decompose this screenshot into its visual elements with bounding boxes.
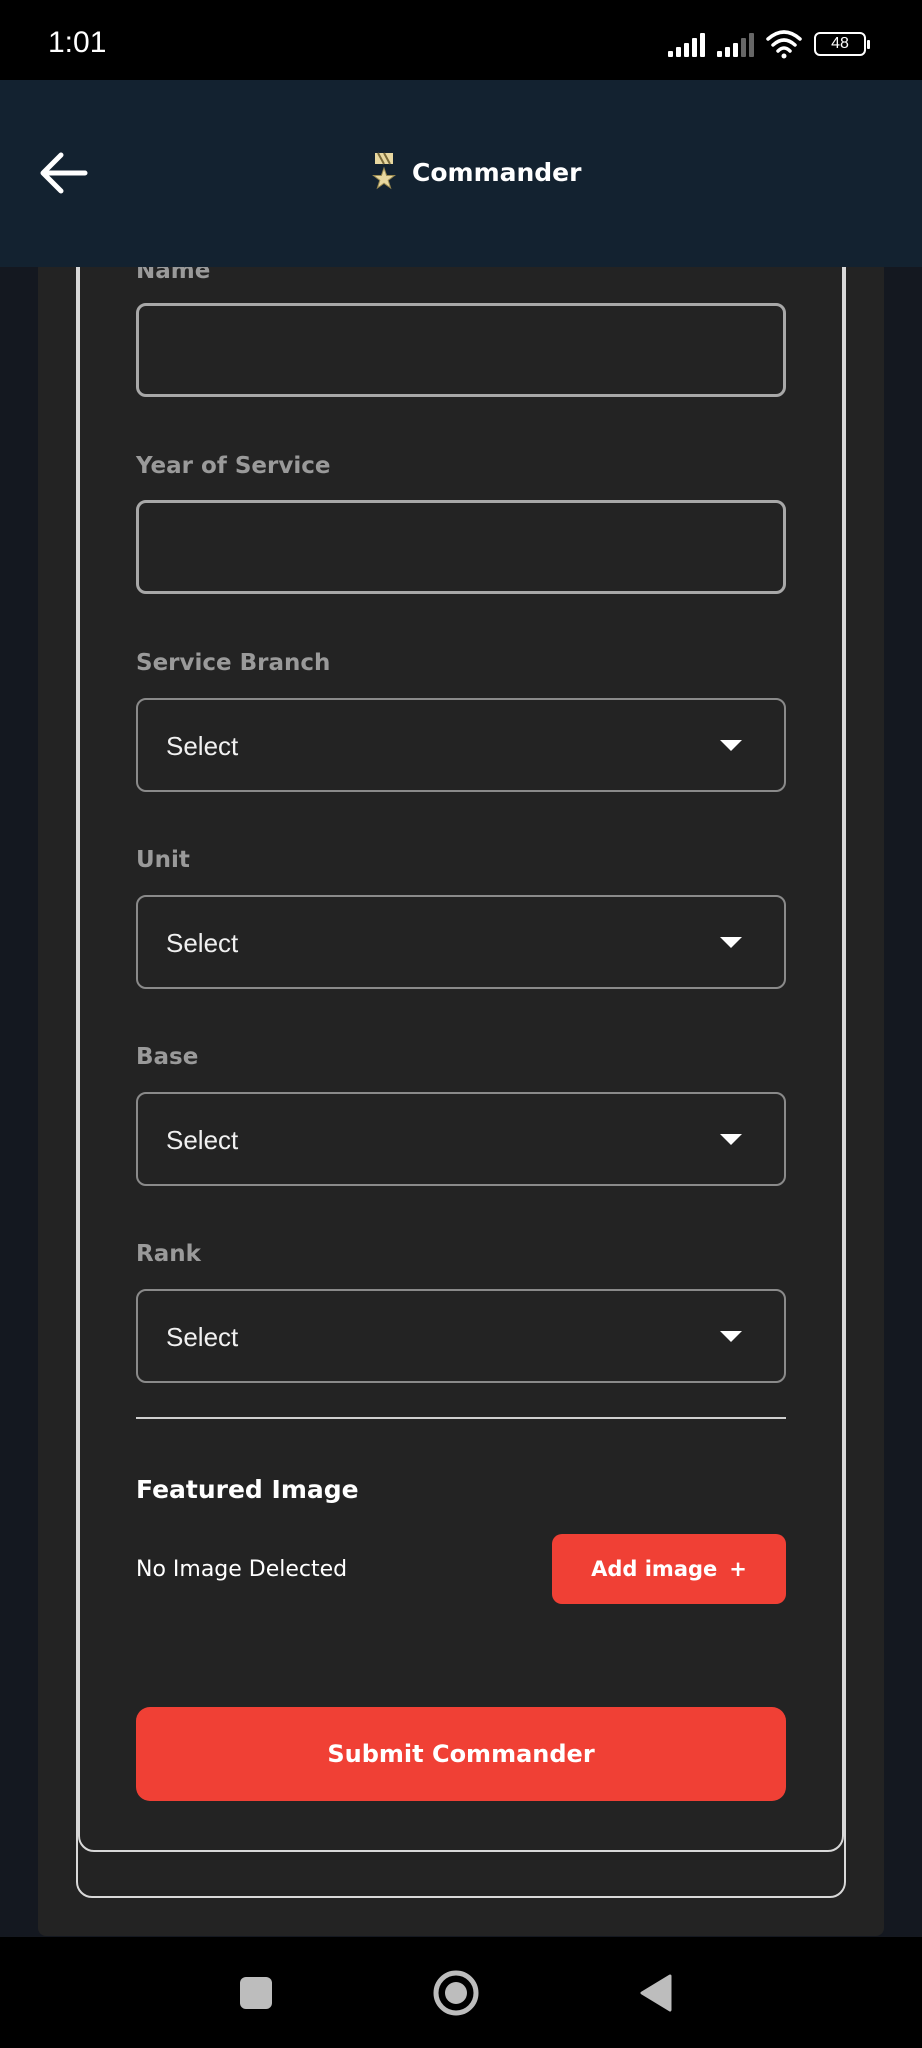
- submit-commander-button[interactable]: Submit Commander: [136, 1707, 786, 1801]
- app-title-group: Commander: [372, 152, 581, 192]
- arrow-left-icon: [40, 152, 88, 194]
- no-image-status: No Image Delected: [136, 1557, 348, 1582]
- rank-label: Rank: [136, 1241, 201, 1267]
- signal-icon-2: [717, 31, 754, 57]
- rank-select[interactable]: Select: [136, 1289, 786, 1383]
- year-of-service-label: Year of Service: [136, 453, 331, 479]
- service-branch-label: Service Branch: [136, 650, 331, 676]
- back-button[interactable]: [30, 140, 96, 206]
- plus-icon: +: [729, 1557, 747, 1581]
- circle-icon: [433, 1970, 479, 2016]
- chevron-down-icon: [720, 1331, 742, 1342]
- form-inner-frame: [78, 200, 844, 1852]
- system-nav-bar: [0, 1937, 922, 2048]
- divider: [136, 1417, 786, 1419]
- app-bar: Commander: [0, 80, 922, 267]
- add-image-label: Add image: [591, 1557, 718, 1581]
- wifi-icon: [766, 30, 802, 59]
- nav-back-button[interactable]: [626, 1963, 686, 2023]
- name-input[interactable]: [136, 303, 786, 397]
- square-icon: [240, 1977, 272, 2009]
- rank-value: Select: [166, 1322, 239, 1352]
- page-title: Commander: [412, 157, 582, 187]
- recents-button[interactable]: [226, 1963, 286, 2023]
- status-time: 1:01: [48, 26, 107, 59]
- add-image-button[interactable]: Add image +: [552, 1534, 786, 1604]
- status-icons: 48: [668, 28, 870, 60]
- chevron-down-icon: [720, 740, 742, 751]
- battery-icon: 48: [814, 32, 870, 56]
- medal-icon: [372, 152, 396, 190]
- chevron-down-icon: [720, 937, 742, 948]
- chevron-down-icon: [720, 1134, 742, 1145]
- unit-select[interactable]: Select: [136, 895, 786, 989]
- signal-icon: [668, 31, 705, 57]
- featured-image-title: Featured Image: [136, 1475, 359, 1504]
- year-of-service-input[interactable]: [136, 500, 786, 594]
- status-bar: 1:01 48: [0, 0, 922, 80]
- service-branch-select[interactable]: Select: [136, 698, 786, 792]
- triangle-back-icon: [640, 1974, 672, 2012]
- home-button[interactable]: [426, 1963, 486, 2023]
- service-branch-value: Select: [166, 731, 239, 761]
- base-select[interactable]: Select: [136, 1092, 786, 1186]
- base-value: Select: [166, 1125, 239, 1155]
- unit-value: Select: [166, 928, 239, 958]
- base-label: Base: [136, 1044, 199, 1070]
- unit-label: Unit: [136, 847, 190, 873]
